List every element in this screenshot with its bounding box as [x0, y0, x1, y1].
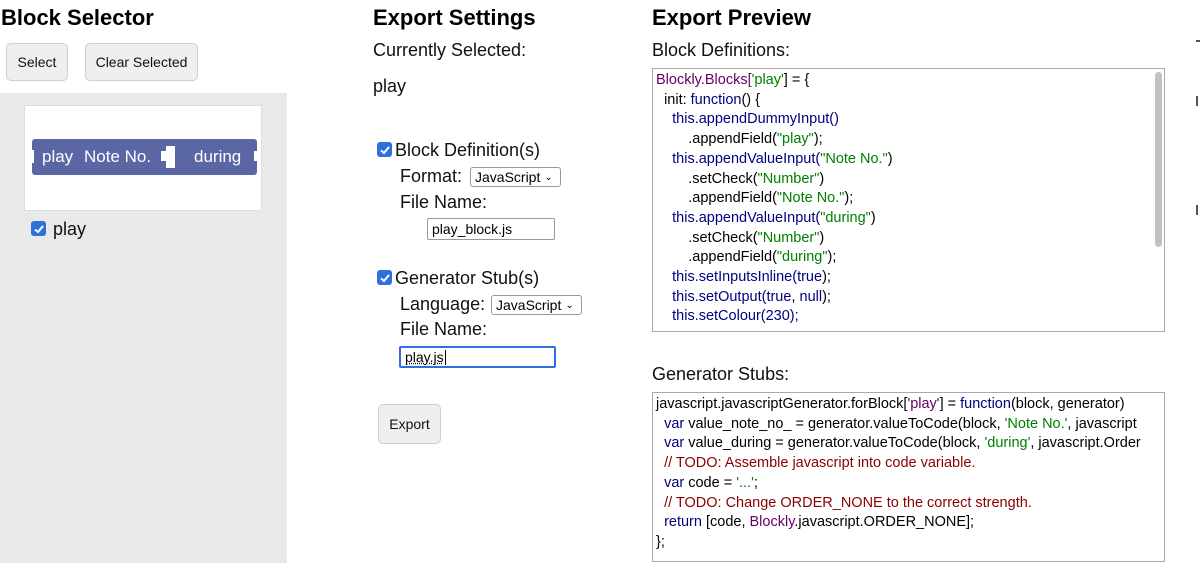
- window-edge-fragment: [1196, 96, 1198, 106]
- block-output-notch: [25, 150, 34, 163]
- generator-stub-checkbox[interactable]: [377, 270, 392, 285]
- chevron-down-icon: ⌄: [544, 171, 553, 183]
- block-definitions-code[interactable]: Blockly.Blocks['play'] = { init: functio…: [652, 68, 1165, 332]
- during-input-tab: [254, 151, 260, 161]
- block-definition-label: Block Definition(s): [395, 140, 541, 160]
- play-item-checkbox[interactable]: [31, 221, 46, 236]
- currently-selected-value: play: [373, 76, 407, 96]
- definitions-scrollbar[interactable]: [1155, 72, 1162, 247]
- clear-selected-button[interactable]: Clear Selected: [85, 43, 198, 81]
- block-file-name-input[interactable]: play_block.js: [427, 218, 555, 240]
- generator-file-name-input[interactable]: play.js: [399, 346, 556, 368]
- generator-file-name-label: File Name:: [400, 319, 488, 339]
- generator-stubs-label: Generator Stubs:: [652, 364, 790, 384]
- window-edge-fragment: [1196, 40, 1200, 42]
- play-item-label: play: [53, 219, 87, 239]
- block-definitions-label: Block Definitions:: [652, 40, 791, 60]
- generator-stubs-code[interactable]: javascript.javascriptGenerator.forBlock[…: [652, 392, 1165, 562]
- block-label-note: Note No.: [84, 147, 152, 166]
- chevron-down-icon: ⌄: [565, 299, 574, 311]
- language-select[interactable]: JavaScript ⌄: [491, 295, 582, 315]
- block-file-name-value: play_block.js: [432, 221, 513, 237]
- checkmark-icon: [33, 224, 44, 233]
- checkmark-icon: [379, 273, 390, 282]
- block-label-during: during: [194, 147, 242, 166]
- format-label: Format:: [400, 166, 463, 186]
- format-select-value: JavaScript: [475, 169, 541, 185]
- text-cursor: [444, 349, 446, 365]
- select-button[interactable]: Select: [6, 43, 68, 81]
- export-button[interactable]: Export: [378, 404, 441, 444]
- export-preview-title: Export Preview: [652, 5, 811, 30]
- checkmark-icon: [379, 145, 390, 154]
- currently-selected-label: Currently Selected:: [373, 40, 527, 60]
- language-select-value: JavaScript: [496, 297, 562, 313]
- block-label-play: play: [42, 147, 74, 166]
- note-input-socket-tab: [161, 151, 167, 161]
- block-definition-checkbox[interactable]: [377, 142, 392, 157]
- block-selector-title: Block Selector: [1, 5, 154, 30]
- note-input-socket: [166, 146, 175, 168]
- format-select[interactable]: JavaScript ⌄: [470, 167, 561, 187]
- language-label: Language:: [400, 294, 486, 314]
- window-edge-fragment: [1196, 205, 1198, 215]
- export-settings-title: Export Settings: [373, 5, 536, 30]
- generator-file-name-value: play.js: [405, 349, 444, 365]
- generator-stub-label: Generator Stub(s): [395, 268, 540, 288]
- block-file-name-label: File Name:: [400, 192, 488, 212]
